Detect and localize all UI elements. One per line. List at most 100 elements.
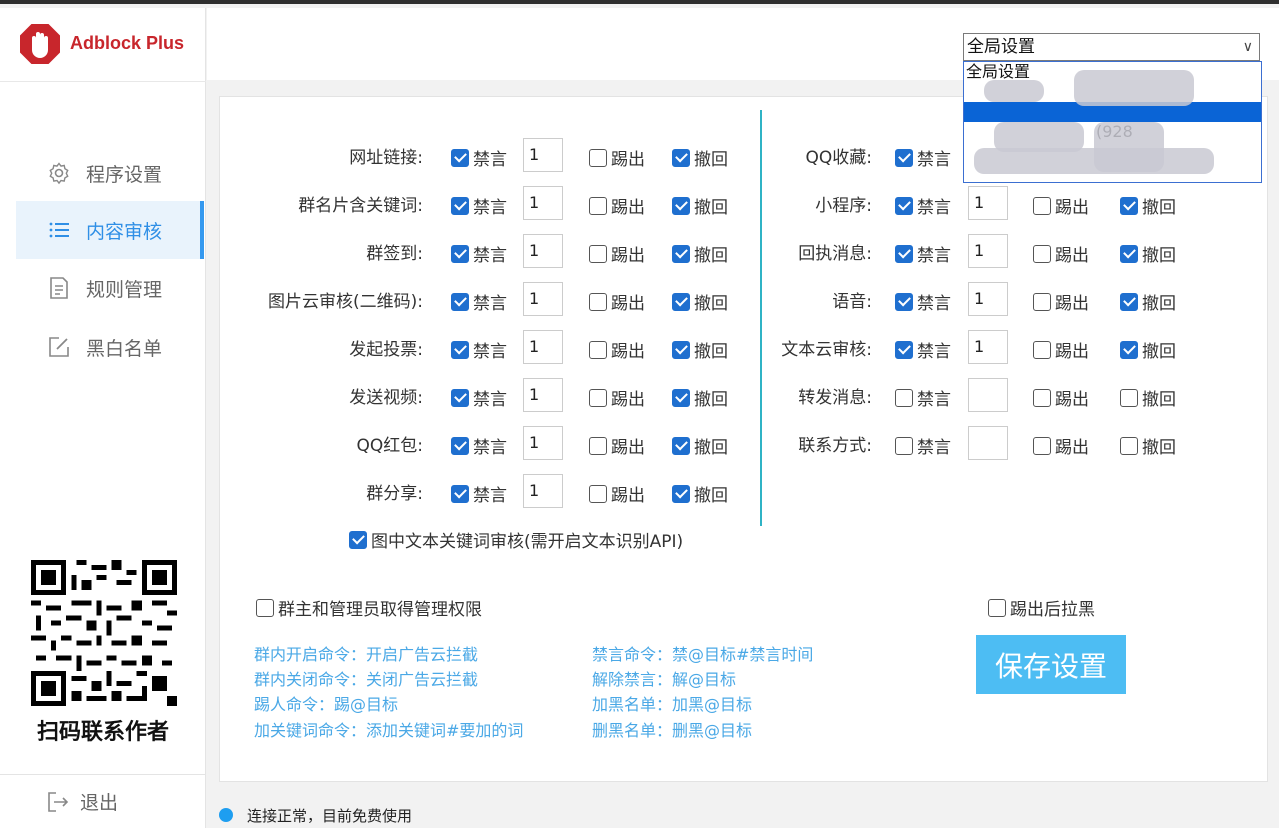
checkbox-box[interactable] (1120, 196, 1138, 215)
mute-checkbox[interactable]: 禁言 (895, 193, 951, 218)
kick-checkbox[interactable]: 踢出 (1033, 289, 1089, 314)
kick-label: 踢出 (611, 486, 645, 506)
checkbox-box[interactable] (589, 484, 607, 503)
save-settings-button[interactable]: 保存设置 (976, 635, 1126, 694)
recall-checkbox[interactable]: 撤回 (1120, 385, 1176, 410)
checkbox-box[interactable] (895, 388, 913, 407)
mute-count-input[interactable]: 1 (523, 378, 563, 412)
mute-checkbox[interactable]: 禁言 (895, 385, 951, 410)
sidebar: Adblock Plus 程序设置 内容审核 规则管理 黑白名单 扫码联系作者 … (0, 8, 206, 828)
checkbox-box[interactable] (451, 436, 469, 455)
mute-checkbox[interactable]: 禁言 (895, 433, 951, 458)
kick-checkbox[interactable]: 踢出 (1033, 337, 1089, 362)
mute-checkbox[interactable]: 禁言 (451, 193, 507, 218)
mute-checkbox[interactable]: 禁言 (895, 145, 951, 170)
checkbox-box[interactable] (895, 244, 913, 263)
mute-count-input[interactable]: 1 (523, 426, 563, 460)
mute-count-input[interactable]: 1 (968, 282, 1008, 316)
rule-label: 语音: (832, 291, 872, 312)
image-text-audit-checkbox[interactable]: 图中文本关键词审核(需开启文本识别API) (349, 527, 683, 552)
adblock-logo-icon (18, 22, 62, 66)
recall-checkbox[interactable]: 撤回 (1120, 433, 1176, 458)
checkbox-box[interactable] (1120, 388, 1138, 407)
checkbox-box[interactable] (895, 196, 913, 215)
mute-checkbox[interactable]: 禁言 (895, 337, 951, 362)
kick-checkbox[interactable]: 踢出 (1033, 241, 1089, 266)
checkbox-box[interactable] (1120, 340, 1138, 359)
mute-count-input[interactable]: 1 (968, 330, 1008, 364)
mute-count-input[interactable]: 1 (523, 186, 563, 220)
mute-count-input[interactable] (968, 426, 1008, 460)
kick-checkbox[interactable]: 踢出 (1033, 193, 1089, 218)
mute-count-input[interactable]: 1 (523, 282, 563, 316)
mute-checkbox[interactable]: 禁言 (451, 433, 507, 458)
mute-count-input[interactable] (968, 378, 1008, 412)
checkbox-box[interactable] (451, 244, 469, 263)
mute-count-input[interactable]: 1 (523, 330, 563, 364)
command-hint: 群内开启命令：开启广告云拦截 (254, 645, 479, 664)
recall-checkbox[interactable]: 撤回 (1120, 337, 1176, 362)
checkbox-box[interactable] (256, 598, 274, 617)
mute-checkbox[interactable]: 禁言 (451, 337, 507, 362)
checkbox-box[interactable] (451, 148, 469, 167)
command-hint: 加黑名单：加黑@目标 (592, 695, 753, 714)
mute-checkbox[interactable]: 禁言 (451, 289, 507, 314)
kick-blacklist-checkbox[interactable]: 踢出后拉黑 (988, 595, 1095, 620)
mute-count-input[interactable]: 1 (523, 474, 563, 508)
mute-checkbox[interactable]: 禁言 (895, 289, 951, 314)
scope-select[interactable]: 全局设置 ∨ (963, 33, 1260, 61)
mute-count-input[interactable]: 1 (523, 138, 563, 172)
checkbox-box[interactable] (895, 148, 913, 167)
rule-label: QQ红包: (356, 435, 424, 456)
kick-checkbox[interactable]: 踢出 (1033, 385, 1089, 410)
recall-label: 撤回 (1142, 342, 1176, 362)
recall-checkbox[interactable]: 撤回 (1120, 241, 1176, 266)
checkbox-box[interactable] (1120, 244, 1138, 263)
kick-label: 踢出 (1055, 246, 1089, 266)
checkbox-box[interactable] (1033, 436, 1051, 455)
checkbox-box[interactable] (1120, 292, 1138, 311)
kick-checkbox[interactable]: 踢出 (589, 481, 645, 506)
recall-checkbox[interactable]: 撤回 (1120, 289, 1176, 314)
checkbox-box[interactable] (349, 530, 367, 549)
checkbox-box[interactable] (451, 484, 469, 503)
kick-label: 踢出 (1055, 438, 1089, 458)
checkbox-box[interactable] (1033, 340, 1051, 359)
checkbox-box[interactable] (451, 388, 469, 407)
recall-checkbox[interactable]: 撤回 (672, 481, 728, 506)
mute-checkbox[interactable]: 禁言 (451, 145, 507, 170)
recall-label: 撤回 (1142, 246, 1176, 266)
mute-count-input[interactable]: 1 (968, 234, 1008, 268)
redaction-blur (984, 80, 1044, 102)
admin-rights-checkbox[interactable]: 群主和管理员取得管理权限 (256, 595, 482, 620)
redaction-blur (974, 148, 1214, 174)
checkbox-box[interactable] (895, 292, 913, 311)
checkbox-box[interactable] (1033, 244, 1051, 263)
mute-checkbox[interactable]: 禁言 (895, 241, 951, 266)
checkbox-box[interactable] (672, 484, 690, 503)
checkbox-box[interactable] (451, 292, 469, 311)
checkbox-box[interactable] (988, 598, 1006, 617)
mute-checkbox[interactable]: 禁言 (451, 385, 507, 410)
checkbox-box[interactable] (451, 340, 469, 359)
checkbox-box[interactable] (1033, 196, 1051, 215)
document-icon (46, 275, 72, 301)
recall-checkbox[interactable]: 撤回 (1120, 193, 1176, 218)
rule-label: 小程序: (815, 195, 872, 216)
mute-count-input[interactable]: 1 (523, 234, 563, 268)
mute-count-input[interactable]: 1 (968, 186, 1008, 220)
mute-label: 禁言 (917, 390, 951, 410)
checkbox-box[interactable] (1120, 436, 1138, 455)
kick-checkbox[interactable]: 踢出 (1033, 433, 1089, 458)
recall-label: 撤回 (694, 486, 728, 506)
checkbox-box[interactable] (895, 436, 913, 455)
checkbox-box[interactable] (451, 196, 469, 215)
mute-label: 禁言 (917, 438, 951, 458)
logout-button[interactable]: 退出 (0, 774, 206, 828)
checkbox-box[interactable] (1033, 292, 1051, 311)
checkbox-box[interactable] (895, 340, 913, 359)
mute-checkbox[interactable]: 禁言 (451, 481, 507, 506)
kick-blacklist-label: 踢出后拉黑 (1010, 600, 1095, 620)
checkbox-box[interactable] (1033, 388, 1051, 407)
mute-checkbox[interactable]: 禁言 (451, 241, 507, 266)
